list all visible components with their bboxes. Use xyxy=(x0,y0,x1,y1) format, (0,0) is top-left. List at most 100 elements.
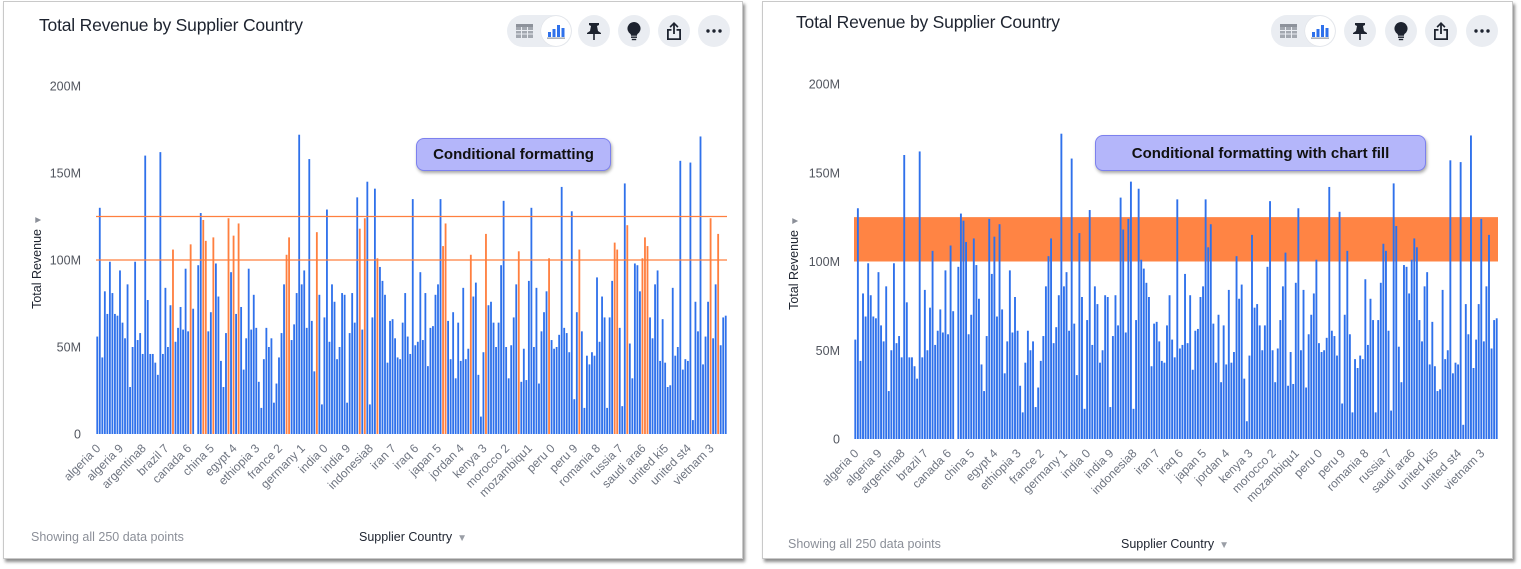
bar[interactable] xyxy=(1096,304,1099,439)
bar[interactable] xyxy=(1060,133,1063,439)
bar[interactable] xyxy=(368,404,371,434)
bar[interactable] xyxy=(978,298,980,439)
bar[interactable] xyxy=(1346,250,1349,439)
bar[interactable] xyxy=(1433,366,1436,439)
bar[interactable] xyxy=(1111,336,1114,439)
bar[interactable] xyxy=(283,284,285,434)
bar[interactable] xyxy=(936,330,939,439)
bar[interactable] xyxy=(1178,348,1181,439)
bar[interactable] xyxy=(1449,160,1452,439)
bar[interactable] xyxy=(1354,359,1356,440)
bar[interactable] xyxy=(1477,304,1480,439)
bar[interactable] xyxy=(560,186,563,434)
bar[interactable] xyxy=(877,272,880,439)
bar[interactable] xyxy=(967,334,970,439)
bar[interactable] xyxy=(568,352,571,434)
bar[interactable] xyxy=(184,268,187,434)
bar[interactable] xyxy=(1482,341,1485,440)
bar[interactable] xyxy=(96,336,99,434)
x-axis-selector[interactable]: Supplier Country ▼ xyxy=(1121,536,1229,554)
bar[interactable] xyxy=(353,322,356,434)
bar[interactable] xyxy=(1106,297,1109,439)
bar[interactable] xyxy=(439,199,442,434)
bar[interactable] xyxy=(1093,286,1096,439)
bar[interactable] xyxy=(106,313,109,434)
bar[interactable] xyxy=(1235,256,1238,439)
bar[interactable] xyxy=(1222,325,1225,439)
bar[interactable] xyxy=(313,371,316,434)
bar[interactable] xyxy=(1024,362,1027,439)
bar[interactable] xyxy=(1470,135,1472,440)
bar[interactable] xyxy=(197,265,200,434)
bar[interactable] xyxy=(970,314,973,439)
bar[interactable] xyxy=(651,338,654,434)
bar[interactable] xyxy=(573,399,576,434)
bar[interactable] xyxy=(464,359,467,434)
bar[interactable] xyxy=(684,359,687,434)
bar[interactable] xyxy=(1312,293,1315,439)
bar[interactable] xyxy=(187,331,190,434)
bar[interactable] xyxy=(1217,314,1220,439)
bar[interactable] xyxy=(654,284,656,434)
bar[interactable] xyxy=(1289,352,1292,439)
bar[interactable] xyxy=(583,407,586,434)
bar[interactable] xyxy=(1410,259,1413,439)
bar[interactable] xyxy=(520,381,523,434)
bar[interactable] xyxy=(1385,250,1387,439)
bar[interactable] xyxy=(867,263,870,439)
bar[interactable] xyxy=(862,293,864,439)
bar[interactable] xyxy=(454,378,457,434)
bar[interactable] xyxy=(611,280,614,434)
bar[interactable] xyxy=(874,318,877,439)
bar[interactable] xyxy=(1245,421,1248,439)
bar[interactable] xyxy=(351,293,354,434)
bar[interactable] xyxy=(707,301,709,434)
bar[interactable] xyxy=(497,322,500,434)
bar[interactable] xyxy=(1472,368,1475,439)
bar[interactable] xyxy=(252,294,255,434)
bar[interactable] xyxy=(1251,234,1253,439)
bar[interactable] xyxy=(1276,348,1279,439)
bar[interactable] xyxy=(669,385,672,434)
bar[interactable] xyxy=(681,369,684,434)
bar[interactable] xyxy=(1155,321,1158,439)
bar-highlighted[interactable] xyxy=(641,258,644,434)
bar[interactable] xyxy=(391,319,394,434)
bar[interactable] xyxy=(250,329,253,434)
bar-highlighted[interactable] xyxy=(517,251,520,434)
bar[interactable] xyxy=(338,347,341,434)
bar[interactable] xyxy=(944,270,947,440)
bar[interactable] xyxy=(1305,387,1308,439)
bar[interactable] xyxy=(1199,297,1202,439)
bar[interactable] xyxy=(1168,295,1171,439)
bar[interactable] xyxy=(495,347,497,434)
bar[interactable] xyxy=(144,155,147,434)
bar[interactable] xyxy=(449,359,452,434)
bar[interactable] xyxy=(918,151,921,439)
bar[interactable] xyxy=(298,134,301,434)
bar-highlighted[interactable] xyxy=(709,218,712,434)
bar[interactable] xyxy=(1359,355,1362,439)
bar[interactable] xyxy=(1400,382,1403,439)
bar[interactable] xyxy=(1109,407,1112,439)
bar[interactable] xyxy=(880,325,882,439)
bar[interactable] xyxy=(1042,336,1045,439)
bar[interactable] xyxy=(704,336,707,434)
bar[interactable] xyxy=(934,344,937,439)
bar[interactable] xyxy=(1279,320,1282,439)
bar[interactable] xyxy=(108,261,111,434)
bar[interactable] xyxy=(1233,352,1235,439)
bar[interactable] xyxy=(1379,282,1382,439)
bar[interactable] xyxy=(1369,298,1372,439)
bar-highlighted[interactable] xyxy=(548,258,550,434)
bar[interactable] xyxy=(467,348,470,434)
bar[interactable] xyxy=(510,345,513,434)
bar[interactable] xyxy=(502,200,505,434)
bar[interactable] xyxy=(1441,289,1444,439)
bar[interactable] xyxy=(416,341,419,434)
bar[interactable] xyxy=(686,360,689,434)
bar[interactable] xyxy=(323,317,326,434)
bar[interactable] xyxy=(199,213,202,434)
bar[interactable] xyxy=(1405,266,1408,439)
bar[interactable] xyxy=(1209,224,1212,439)
